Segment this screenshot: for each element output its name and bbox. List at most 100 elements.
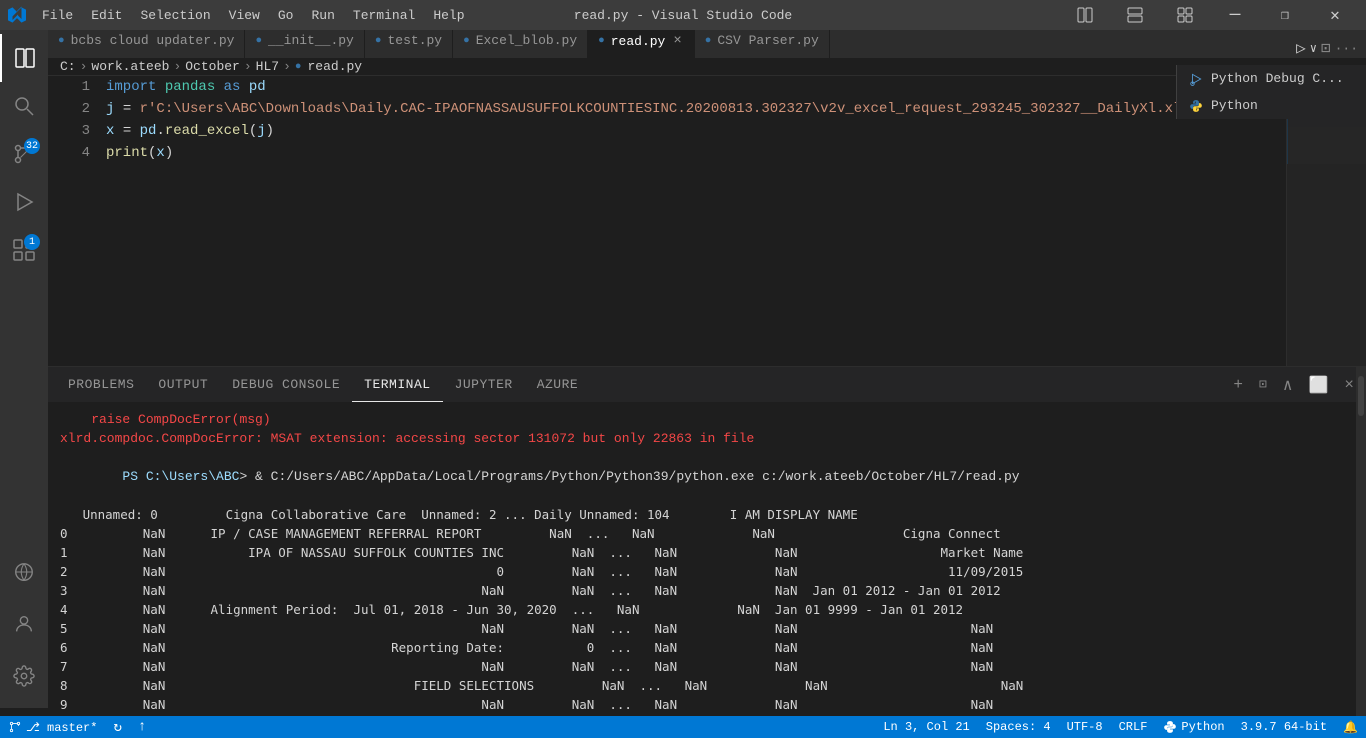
- activity-search[interactable]: [0, 82, 48, 130]
- titlebar-menu: File Edit Selection View Go Run Terminal…: [34, 6, 473, 25]
- activity-settings[interactable]: [0, 652, 48, 700]
- breadcrumb-c[interactable]: C:: [60, 59, 76, 74]
- window-title: read.py - Visual Studio Code: [574, 8, 792, 23]
- close-btn[interactable]: ✕: [1312, 0, 1358, 30]
- git-branch-item[interactable]: ⎇ master*: [0, 716, 105, 738]
- window-controls: ― ❒ ✕: [1062, 0, 1358, 30]
- tab-test[interactable]: ● test.py: [365, 30, 453, 58]
- code-line-2: j = r'C:\Users\ABC\Downloads\Daily.CAC-I…: [106, 98, 1286, 120]
- panel-scrollbar[interactable]: [1356, 366, 1366, 716]
- python-icon: [1189, 99, 1203, 113]
- language-text: Python: [1181, 720, 1224, 734]
- titlebar-left: File Edit Selection View Go Run Terminal…: [8, 6, 473, 25]
- minimap-bg: [1286, 76, 1366, 366]
- activity-scm[interactable]: 32: [0, 130, 48, 178]
- menu-terminal[interactable]: Terminal: [345, 6, 423, 25]
- tab-more-btn[interactable]: ∨: [1310, 41, 1317, 56]
- run-btn[interactable]: ▷: [1296, 38, 1306, 58]
- publish-icon: ↑: [138, 719, 146, 735]
- publish-item[interactable]: ↑: [130, 716, 154, 738]
- sync-item[interactable]: ↻: [105, 716, 129, 738]
- breadcrumb-october[interactable]: October: [185, 59, 240, 74]
- activity-explorer[interactable]: [0, 34, 48, 82]
- activity-extensions[interactable]: 1: [0, 226, 48, 274]
- term-row-9: 9 NaN NaN NaN ... NaN NaN NaN: [60, 695, 1354, 714]
- pythonver-text: 3.9.7 64-bit: [1241, 720, 1327, 734]
- term-xlrd-error: xlrd.compdoc.CompDocError: MSAT extensio…: [60, 429, 1354, 448]
- panel-tab-terminal[interactable]: TERMINAL: [352, 367, 442, 402]
- split-editor-btn[interactable]: [1062, 0, 1108, 30]
- more-actions-btn[interactable]: ···: [1335, 41, 1358, 56]
- tab-read[interactable]: ● read.py ×: [588, 30, 695, 58]
- panel-tab-problems[interactable]: PROBLEMS: [56, 367, 146, 402]
- breadcrumb-work[interactable]: work.ateeb: [91, 59, 169, 74]
- tab-init[interactable]: ● __init__.py: [245, 30, 364, 58]
- python-item[interactable]: Python: [1177, 92, 1366, 119]
- new-terminal-btn[interactable]: +: [1229, 372, 1247, 398]
- layout-btn[interactable]: [1112, 0, 1158, 30]
- tab-read-label: read.py: [611, 34, 666, 49]
- term-row-0: 0 NaN IP / CASE MANAGEMENT REFERRAL REPO…: [60, 524, 1354, 543]
- feedback-item[interactable]: 🔔: [1335, 716, 1366, 738]
- pythonver-item[interactable]: 3.9.7 64-bit: [1233, 716, 1335, 738]
- terminal-chevron-up[interactable]: ∧: [1279, 371, 1297, 399]
- restore-btn[interactable]: ❒: [1262, 0, 1308, 30]
- term-table-header: Unnamed: 0 Cigna Collaborative Care Unna…: [60, 505, 1354, 524]
- statusbar: ⎇ master* ↻ ↑ Ln 3, Col 21 Spaces: 4 UTF…: [0, 716, 1366, 738]
- menu-go[interactable]: Go: [270, 6, 302, 25]
- split-editor-right-btn[interactable]: ⊡: [1321, 38, 1331, 58]
- sync-icon: ↻: [113, 719, 121, 736]
- main-area: ● bcbs cloud updater.py ● __init__.py ● …: [48, 30, 1366, 716]
- tab-csv[interactable]: ● CSV Parser.py: [695, 30, 830, 58]
- terminal-split-btn[interactable]: ⊡: [1255, 373, 1271, 396]
- menu-selection[interactable]: Selection: [132, 6, 218, 25]
- term-row-4: 4 NaN Alignment Period: Jul 01, 2018 - J…: [60, 600, 1354, 619]
- menu-edit[interactable]: Edit: [83, 6, 130, 25]
- term-row-1: 1 NaN IPA OF NASSAU SUFFOLK COUNTIES INC…: [60, 543, 1354, 562]
- grid-btn[interactable]: [1162, 0, 1208, 30]
- encoding-item[interactable]: UTF-8: [1059, 716, 1111, 738]
- python-debug-label: Python Debug C...: [1211, 71, 1344, 86]
- spaces-item[interactable]: Spaces: 4: [978, 716, 1059, 738]
- activity-run[interactable]: [0, 178, 48, 226]
- right-debug-panel: Python Debug C... Python: [1176, 65, 1366, 119]
- menu-view[interactable]: View: [221, 6, 268, 25]
- line-num-3: 3: [56, 120, 90, 142]
- menu-run[interactable]: Run: [303, 6, 342, 25]
- tab-bcbs[interactable]: ● bcbs cloud updater.py: [48, 30, 245, 58]
- panel-tab-output[interactable]: OUTPUT: [146, 367, 220, 402]
- language-item[interactable]: Python: [1155, 716, 1232, 738]
- activity-remote[interactable]: [0, 548, 48, 596]
- python-debug-item[interactable]: Python Debug C...: [1177, 65, 1366, 92]
- code-area[interactable]: import pandas as pd j = r'C:\Users\ABC\D…: [98, 76, 1286, 366]
- feedback-icon: 🔔: [1343, 720, 1358, 735]
- panel-tab-azure[interactable]: AZURE: [525, 367, 591, 402]
- panel-scrollbar-thumb[interactable]: [1358, 376, 1364, 416]
- scm-badge: 32: [24, 138, 40, 154]
- activity-account[interactable]: [0, 600, 48, 648]
- minimize-btn[interactable]: ―: [1212, 0, 1258, 30]
- code-editor[interactable]: 1 2 3 4 import pandas as pd j = r'C:\Use…: [48, 76, 1286, 366]
- tab-excel[interactable]: ● Excel_blob.py: [453, 30, 588, 58]
- panel-maximize-btn[interactable]: ⬜: [1304, 371, 1332, 399]
- panel-tabs: PROBLEMS OUTPUT DEBUG CONSOLE TERMINAL J…: [48, 367, 1366, 402]
- panel-tab-jupyter[interactable]: JUPYTER: [443, 367, 525, 402]
- term-raise-line: raise CompDocError(msg): [60, 410, 1354, 429]
- lineending-item[interactable]: CRLF: [1111, 716, 1156, 738]
- breadcrumb-file[interactable]: read.py: [308, 59, 363, 74]
- menu-file[interactable]: File: [34, 6, 81, 25]
- encoding-text: UTF-8: [1067, 720, 1103, 734]
- titlebar: File Edit Selection View Go Run Terminal…: [0, 0, 1366, 30]
- panel-tab-debug[interactable]: DEBUG CONSOLE: [220, 367, 352, 402]
- minimap-text: [1286, 76, 1366, 366]
- term-row-8: 8 NaN FIELD SELECTIONS NaN ... NaN NaN N…: [60, 676, 1354, 695]
- menu-help[interactable]: Help: [425, 6, 472, 25]
- minimap: [1286, 76, 1366, 366]
- tab-read-close[interactable]: ×: [671, 31, 683, 51]
- debug-icon: [1189, 72, 1203, 86]
- tab-excel-label: Excel_blob.py: [476, 33, 577, 48]
- vscode-logo: [8, 6, 26, 24]
- terminal-content[interactable]: raise CompDocError(msg) xlrd.compdoc.Com…: [48, 402, 1366, 716]
- position-item[interactable]: Ln 3, Col 21: [875, 716, 977, 738]
- breadcrumb-hl7[interactable]: HL7: [256, 59, 279, 74]
